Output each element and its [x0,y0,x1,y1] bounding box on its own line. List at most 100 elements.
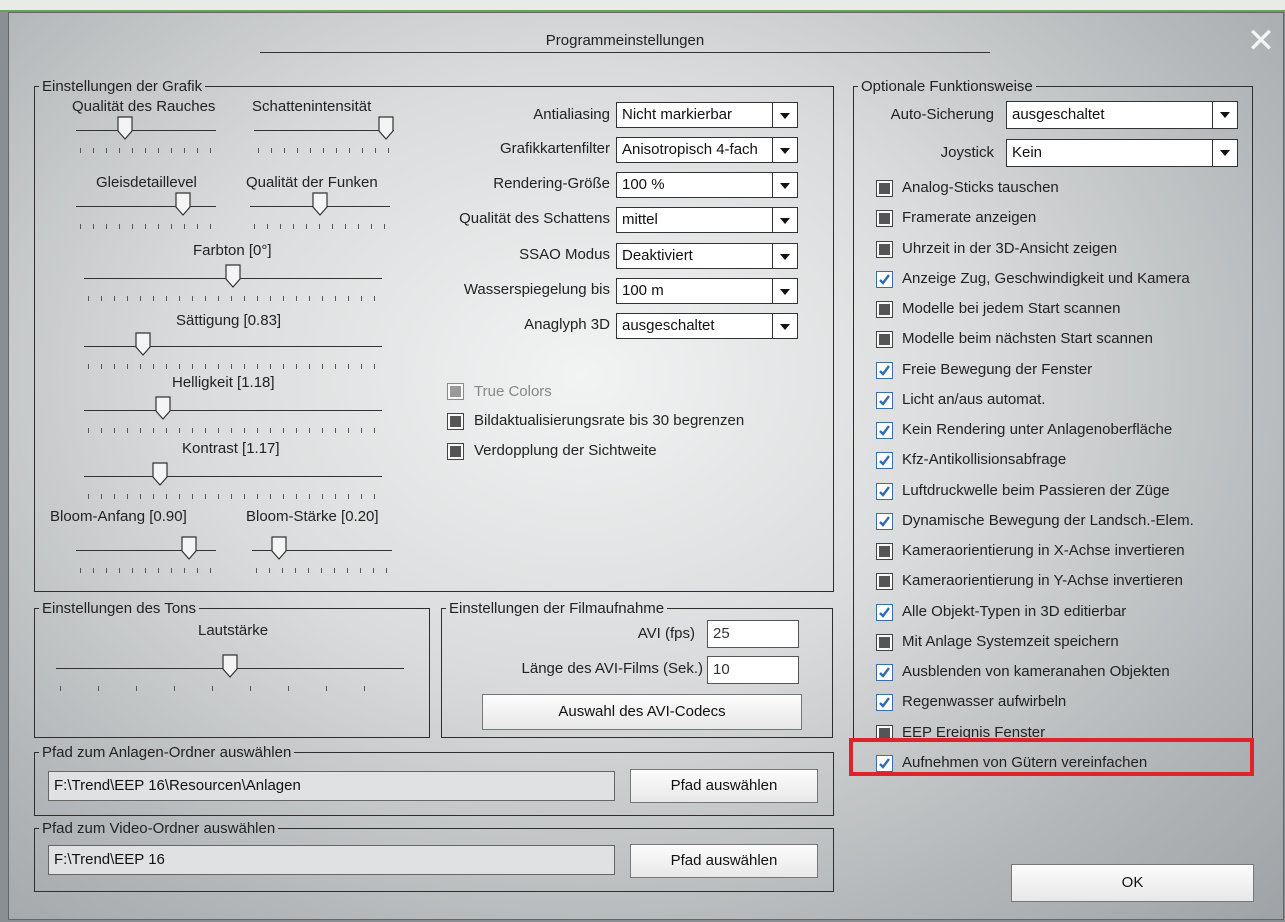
optional-checkbox[interactable] [876,634,893,651]
slider-thumb[interactable] [271,536,287,560]
optional-checkbox[interactable] [876,301,893,318]
optional-checkbox[interactable] [876,392,893,409]
double-view-distance-checkbox[interactable] [447,443,464,460]
antialiasing-select[interactable]: Nicht markierbar [616,102,798,128]
optional-checkbox-label[interactable]: Freie Bewegung der Fenster [902,361,1092,378]
chevron-down-icon[interactable] [1212,102,1237,128]
video-path-field[interactable]: F:\Trend\EEP 16 [48,845,615,875]
optional-checkbox[interactable] [876,694,893,711]
brightness-slider[interactable] [84,388,382,438]
close-icon[interactable]: ✕ [1244,24,1278,58]
chevron-down-icon[interactable] [772,244,797,268]
optional-checkbox-label[interactable]: Anzeige Zug, Geschwindigkeit und Kamera [902,270,1190,287]
optional-checkbox[interactable] [876,180,893,197]
optional-checkbox-label[interactable]: Kein Rendering unter Anlagenoberfläche [902,421,1172,438]
optional-checkbox-label[interactable]: Uhrzeit in der 3D-Ansicht zeigen [902,240,1117,257]
slider-thumb[interactable] [175,192,191,216]
optional-checkbox-label[interactable]: Kfz-Antikollisionsabfrage [902,451,1066,468]
avi-codec-button[interactable]: Auswahl des AVI-Codecs [482,694,802,730]
chevron-down-icon[interactable] [772,173,797,197]
hue-slider[interactable] [84,256,382,306]
water-reflection-select[interactable]: 100 m [616,278,798,304]
optional-checkbox-label[interactable]: Mit Anlage Systemzeit speichern [902,633,1119,650]
optional-checkbox[interactable] [876,271,893,288]
double-view-distance-label[interactable]: Verdopplung der Sichtweite [474,442,657,459]
track-detail-slider[interactable] [76,184,216,234]
layout-path-legend: Pfad zum Anlagen-Ordner auswählen [42,744,292,761]
limit-framerate-checkbox[interactable] [447,413,464,430]
optional-checkbox[interactable] [876,604,893,621]
slider-thumb[interactable] [152,462,168,486]
slider-thumb[interactable] [312,192,328,216]
chevron-down-icon[interactable] [772,103,797,127]
optional-checkbox-label[interactable]: Analog-Sticks tauschen [902,179,1059,196]
video-path-button[interactable]: Pfad auswählen [630,844,818,878]
render-size-select[interactable]: 100 % [616,172,798,198]
slider-ticks [80,148,212,153]
chevron-down-icon[interactable] [1212,140,1237,166]
volume-slider[interactable] [56,646,404,696]
slider-thumb[interactable] [181,536,197,560]
slider-thumb[interactable] [378,116,394,140]
optional-checkbox[interactable] [876,422,893,439]
optional-checkbox[interactable] [876,573,893,590]
optional-checkbox-label[interactable]: Kameraorientierung in Y-Achse invertiere… [902,572,1183,589]
shadow-quality-select[interactable]: mittel [616,207,798,233]
optional-checkbox-label[interactable]: Dynamische Bewegung der Landsch.-Elem. [902,512,1194,529]
optional-checkbox[interactable] [876,543,893,560]
optional-checkbox-label[interactable]: Modelle bei jedem Start scannen [902,300,1120,317]
shadow-intensity-slider[interactable] [254,108,394,158]
optional-checkbox-label[interactable]: Regenwasser aufwirbeln [902,693,1066,710]
chevron-down-icon[interactable] [772,208,797,232]
slider-thumb[interactable] [225,264,241,288]
film-legend: Einstellungen der Filmaufnahme [449,600,665,617]
optional-checkbox[interactable] [876,362,893,379]
smoke-quality-slider[interactable] [76,108,216,158]
shadow-quality-label: Qualität des Schattens [459,210,610,227]
chevron-down-icon[interactable] [772,138,797,162]
slider-thumb[interactable] [117,116,133,140]
joystick-select[interactable]: Kein [1006,139,1238,167]
avi-length-input[interactable]: 10 [707,656,799,684]
slider-ticks [256,568,388,573]
optional-checkbox-label[interactable]: Ausblenden von kameranahen Objekten [902,663,1170,680]
autosave-value: ausgeschaltet [1012,106,1105,123]
autosave-select[interactable]: ausgeschaltet [1006,101,1238,129]
optional-checkbox-label[interactable]: Modelle beim nächsten Start scannen [902,330,1153,347]
optional-checkbox-label[interactable]: Framerate anzeigen [902,209,1036,226]
background-window-strip [0,0,1285,12]
layout-path-button[interactable]: Pfad auswählen [630,769,818,803]
volume-label: Lautstärke [198,622,269,639]
sparks-quality-slider[interactable] [250,184,390,234]
shadow-quality-value: mittel [622,211,658,228]
bloom-strength-slider[interactable] [252,528,392,578]
chevron-down-icon[interactable] [772,279,797,303]
optional-checkbox[interactable] [876,513,893,530]
layout-path-field[interactable]: F:\Trend\EEP 16\Resourcen\Anlagen [48,771,615,801]
avi-fps-input[interactable]: 25 [707,620,799,648]
optional-checkbox-label[interactable]: Kameraorientierung in X-Achse invertiere… [902,542,1185,559]
optional-checkbox[interactable] [876,241,893,258]
optional-checkbox[interactable] [876,452,893,469]
contrast-slider[interactable] [84,454,382,504]
optional-checkbox-label[interactable]: Licht an/aus automat. [902,391,1045,408]
slider-thumb[interactable] [222,654,238,678]
ok-button[interactable]: OK [1011,864,1254,902]
ssao-mode-select[interactable]: Deaktiviert [616,243,798,269]
limit-framerate-label[interactable]: Bildaktualisierungsrate bis 30 begrenzen [474,412,744,429]
optional-checkbox[interactable] [876,331,893,348]
optional-checkbox[interactable] [876,483,893,500]
optional-checkbox-label[interactable]: Alle Objekt-Typen in 3D editierbar [902,603,1126,620]
bloom-start-slider[interactable] [76,528,216,578]
antialiasing-label: Antialiasing [533,106,610,123]
gpu-filter-select[interactable]: Anisotropisch 4-fach [616,137,798,163]
anaglyph-select[interactable]: ausgeschaltet [616,313,798,339]
optional-checkbox-label[interactable]: Luftdruckwelle beim Passieren der Züge [902,482,1170,499]
slider-thumb[interactable] [135,332,151,356]
chevron-down-icon[interactable] [772,314,797,338]
optional-checkbox[interactable] [876,664,893,681]
optional-checkbox[interactable] [876,210,893,227]
slider-ticks [80,568,212,573]
slider-thumb[interactable] [155,396,171,420]
saturation-slider[interactable] [84,324,382,374]
